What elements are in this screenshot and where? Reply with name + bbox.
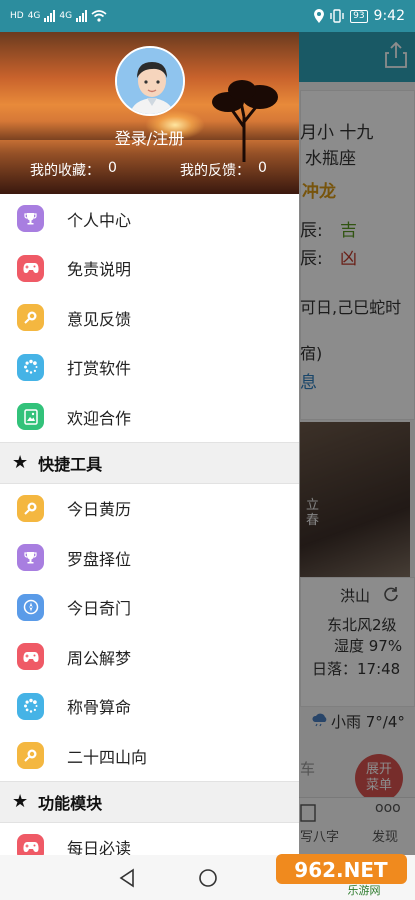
hd-label: HD xyxy=(10,11,24,21)
location-icon xyxy=(314,9,325,23)
magnifier-icon xyxy=(17,494,44,522)
menu-item-label: 今日黄历 xyxy=(67,500,132,520)
section-title-modules: 功能模块 xyxy=(38,793,103,813)
home-icon[interactable] xyxy=(198,868,218,888)
menu-item[interactable]: 个人中心 xyxy=(0,194,299,244)
back-icon[interactable] xyxy=(118,868,136,888)
menu-item[interactable]: 罗盘择位 xyxy=(0,533,299,583)
vibrate-icon xyxy=(330,9,344,23)
dots-ring-icon xyxy=(17,353,44,381)
menu-item[interactable]: 打赏软件 xyxy=(0,343,299,393)
menu-group-tools: 今日黄历罗盘择位今日奇门周公解梦称骨算命二十四山向 xyxy=(0,484,299,781)
menu-item[interactable]: 今日奇门 xyxy=(0,583,299,633)
feedback-stat[interactable]: 我的反馈： 0 xyxy=(180,160,267,180)
image-icon xyxy=(17,403,44,431)
wifi-icon xyxy=(91,10,107,22)
menu-item[interactable]: 二十四山向 xyxy=(0,731,299,781)
compass-icon xyxy=(17,593,44,621)
menu-item-label: 周公解梦 xyxy=(67,648,132,668)
star-icon: ★ xyxy=(12,791,29,812)
site-watermark-logo: 962.NET 乐游网 xyxy=(274,852,409,897)
status-bar: HD 4G 4G 93 9:42 xyxy=(0,0,415,32)
menu-item-label: 罗盘择位 xyxy=(67,549,132,569)
svg-text:962.NET: 962.NET xyxy=(294,858,388,882)
menu-group-top: 个人中心免责说明意见反馈打赏软件欢迎合作 xyxy=(0,194,299,442)
menu-item-label: 今日奇门 xyxy=(67,599,132,619)
magnifier-icon xyxy=(17,742,44,770)
section-quick-tools: ★ 快捷工具 xyxy=(0,441,299,484)
menu-group-modules: 每日必读 xyxy=(0,823,299,855)
trophy-icon xyxy=(17,205,44,233)
dots-ring-icon xyxy=(17,692,44,720)
menu-item-label: 打赏软件 xyxy=(67,359,132,379)
gamepad-icon xyxy=(17,833,44,855)
gamepad-icon xyxy=(17,254,44,282)
network-label-2: 4G xyxy=(59,11,73,21)
menu-item[interactable]: 称骨算命 xyxy=(0,682,299,732)
login-register-link[interactable]: 登录/注册 xyxy=(0,125,299,149)
navigation-drawer: 登录/注册 我的收藏： 0 我的反馈： 0 个人中心免责说明意见反馈打赏软件欢迎… xyxy=(0,32,299,855)
menu-item-label: 称骨算命 xyxy=(67,698,132,718)
menu-item-label: 每日必读 xyxy=(67,839,132,855)
feedback-label: 我的反馈： xyxy=(180,163,250,179)
magnifier-icon xyxy=(17,304,44,332)
drawer-header: 登录/注册 我的收藏： 0 我的反馈： 0 xyxy=(0,32,299,194)
favorites-label: 我的收藏： xyxy=(30,163,100,179)
menu-item[interactable]: 免责说明 xyxy=(0,244,299,294)
section-title-tools: 快捷工具 xyxy=(38,454,103,474)
trophy-icon xyxy=(17,544,44,572)
signal-icon xyxy=(44,10,56,22)
section-modules: ★ 功能模块 xyxy=(0,780,299,823)
user-avatar-icon xyxy=(117,48,183,114)
status-time: 9:42 xyxy=(373,8,405,24)
signal-icon-2 xyxy=(76,10,88,22)
network-label-1: 4G xyxy=(27,11,41,21)
menu-item-label: 意见反馈 xyxy=(67,309,132,329)
feedback-count: 0 xyxy=(258,160,267,176)
menu-item-label: 个人中心 xyxy=(67,210,132,230)
gamepad-icon xyxy=(17,643,44,671)
menu-item-label: 欢迎合作 xyxy=(67,408,132,428)
menu-item[interactable]: 意见反馈 xyxy=(0,293,299,343)
favorites-count: 0 xyxy=(108,160,117,176)
favorites-stat[interactable]: 我的收藏： 0 xyxy=(30,160,117,180)
menu-item[interactable]: 每日必读 xyxy=(0,823,299,855)
avatar[interactable] xyxy=(115,46,185,116)
menu-item-label: 免责说明 xyxy=(67,260,132,280)
menu-item[interactable]: 周公解梦 xyxy=(0,632,299,682)
menu-item[interactable]: 今日黄历 xyxy=(0,484,299,534)
menu-item[interactable]: 欢迎合作 xyxy=(0,392,299,442)
menu-item-label: 二十四山向 xyxy=(67,747,148,767)
svg-text:乐游网: 乐游网 xyxy=(348,884,381,896)
star-icon: ★ xyxy=(12,452,29,473)
battery-icon: 93 xyxy=(350,9,368,23)
